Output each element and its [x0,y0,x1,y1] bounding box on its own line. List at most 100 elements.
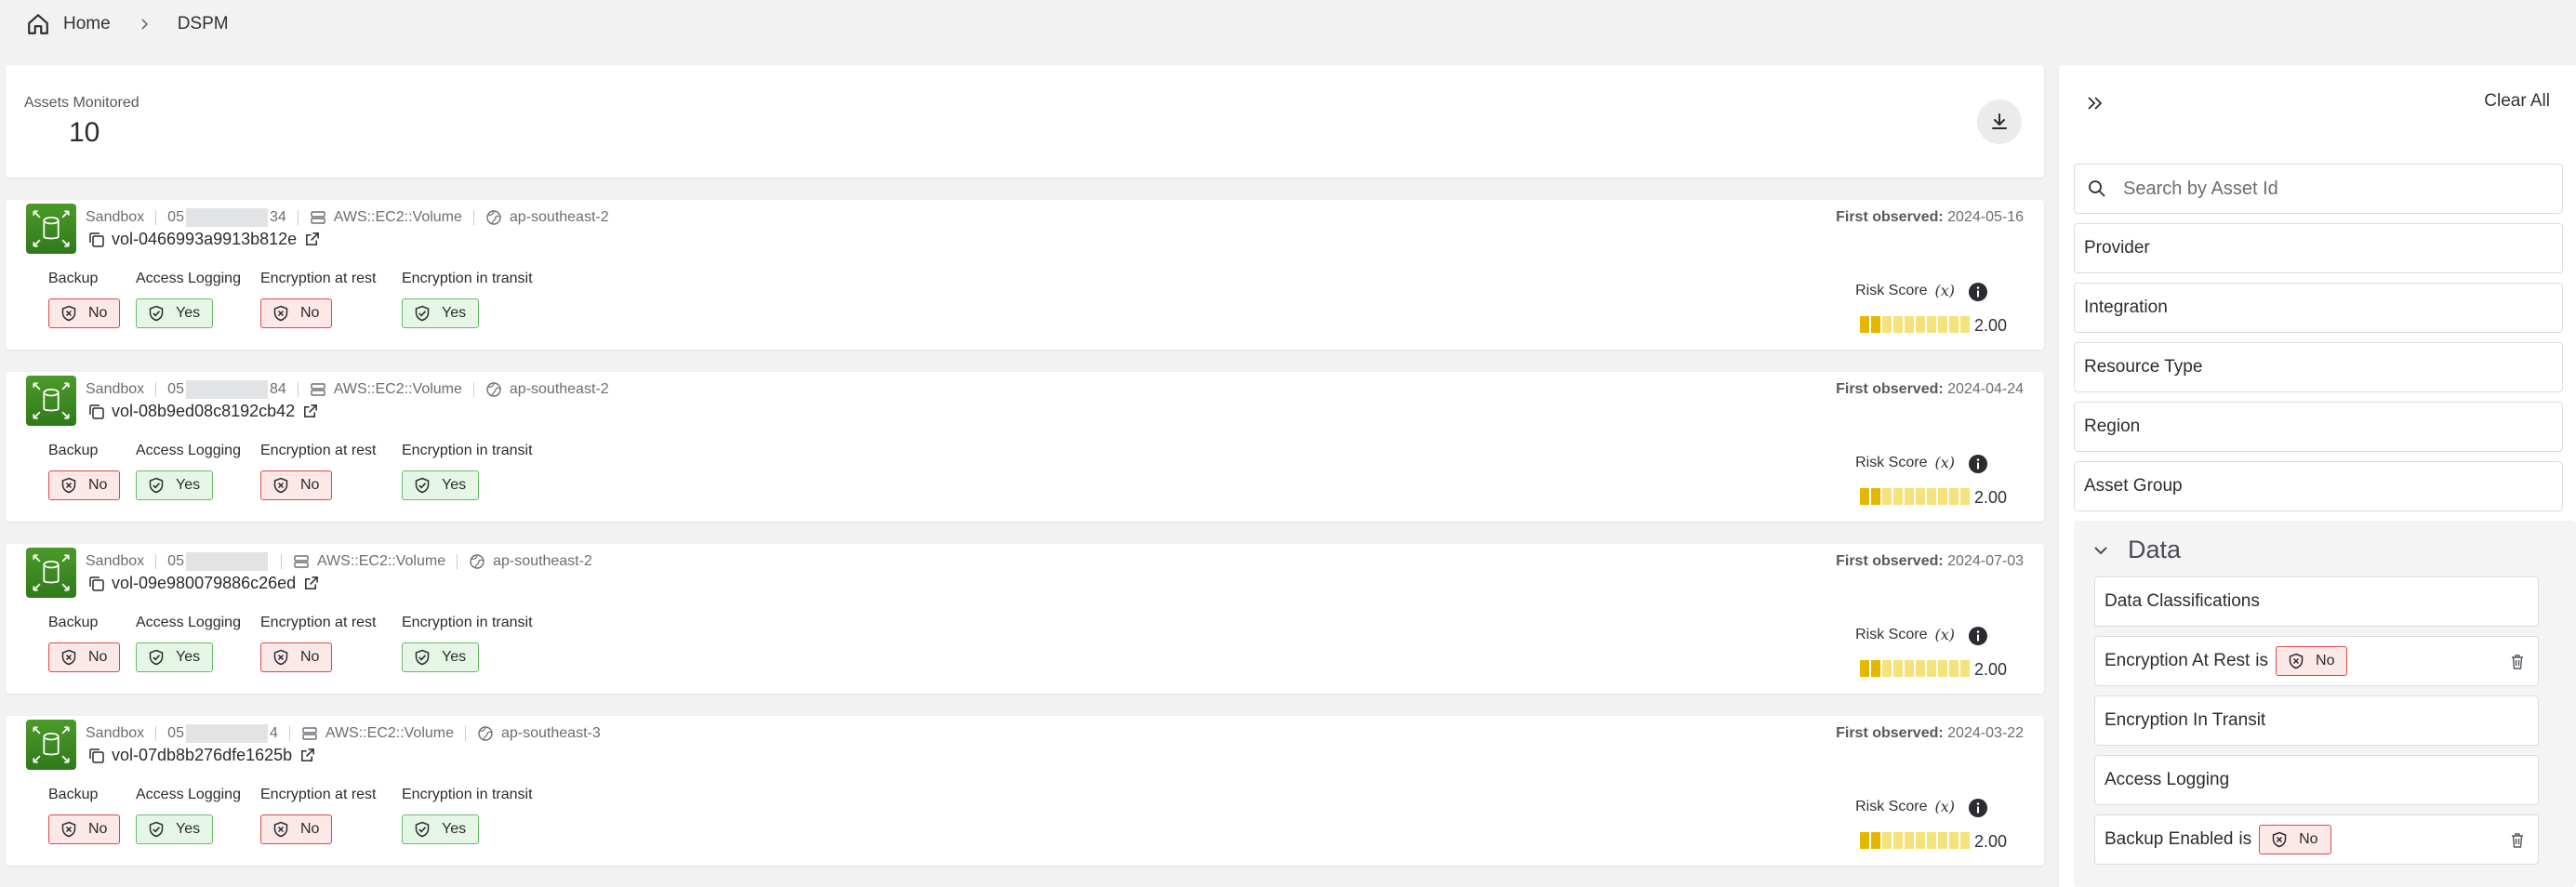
status-badge: No [2259,825,2331,854]
ebs-volume-icon [26,376,76,426]
filter-resource-type[interactable]: Resource Type [2074,342,2563,392]
risk-score-label-row: Risk Score (x) [1855,626,1986,643]
risk-segment [1882,488,1892,505]
info-icon[interactable] [1968,626,1988,646]
first-observed-label: First observed: [1836,381,1944,397]
risk-score-label: Risk Score [1855,454,1928,470]
attr-encryption-at-rest: Encryption at rest No [260,443,377,500]
risk-segment [1960,832,1970,849]
risk-segment [1938,832,1947,849]
asset-id[interactable]: vol-07db8b276dfe1625b [112,746,292,765]
copy-icon[interactable] [87,747,106,765]
risk-segment [1905,488,1914,505]
divider [297,382,299,397]
access-logging-badge: Yes [136,298,214,328]
external-link-icon[interactable] [299,748,315,763]
backup-badge: No [48,642,121,672]
asset-card[interactable]: Sandbox 05 4 AWS::EC2::Volume ap-southea… [6,716,2044,866]
risk-score-label-row: Risk Score (x) [1855,454,1986,471]
risk-segment [1871,660,1880,677]
chevron-right-icon [139,18,152,31]
search-input[interactable] [2123,178,2551,200]
region: ap-southeast-2 [509,381,609,397]
attr-encryption-at-rest: Encryption at rest No [260,271,377,328]
external-link-icon[interactable] [302,404,318,419]
account-id-prefix: 05 [167,725,184,741]
attr-encryption-in-transit: Encryption in transit Yes [402,787,533,844]
attr-label: Access Logging [136,787,241,802]
backup-badge: No [48,814,121,844]
filter-provider[interactable]: Provider [2074,223,2563,273]
risk-segment [1860,832,1869,849]
trash-icon[interactable] [2508,653,2527,671]
access-logging-badge: Yes [136,642,214,672]
filter-region[interactable]: Region [2074,402,2563,452]
info-icon[interactable] [1968,282,1988,302]
asset-id-row: vol-0466993a9913b812e [87,230,320,249]
copy-icon[interactable] [87,231,106,249]
attr-label: Backup [48,615,99,630]
filter-asset-group[interactable]: Asset Group [2074,461,2563,511]
risk-segment [1960,660,1970,677]
filter-backup-enabled[interactable]: Backup Enabled is No [2094,814,2539,865]
asset-search[interactable] [2074,164,2563,214]
account-id: 05 [167,552,270,571]
asset-id[interactable]: vol-08b9ed08c8192cb42 [112,402,295,421]
home-icon[interactable] [26,12,50,36]
encryption-at-rest-badge: No [260,642,333,672]
attr-access-logging: Access Logging Yes [136,271,241,328]
filter-encryption-at-rest[interactable]: Encryption At Rest is No [2094,636,2539,686]
risk-segment [1949,660,1959,677]
badge-label: Yes [176,477,201,493]
first-observed-label: First observed: [1836,553,1944,569]
account-id-prefix: 05 [167,553,184,569]
environment-label: Sandbox [86,725,145,741]
risk-segment [1860,488,1869,505]
attr-label: Access Logging [136,615,241,630]
copy-icon[interactable] [87,575,106,593]
risk-segment [1927,316,1936,333]
breadcrumb-home[interactable]: Home [63,14,111,34]
risk-score-label: Risk Score [1855,282,1928,298]
attr-encryption-in-transit: Encryption in transit Yes [402,443,533,500]
attr-backup: Backup No [48,443,121,500]
asset-card[interactable]: Sandbox 05 84 AWS::EC2::Volume ap-southe… [6,372,2044,522]
attr-backup: Backup No [48,271,121,328]
shield-x-icon [273,649,288,666]
shield-x-icon [273,305,288,322]
risk-segment [1871,488,1880,505]
globe-icon [486,382,501,397]
attr-encryption-in-transit: Encryption in transit Yes [402,615,533,672]
asset-card[interactable]: Sandbox 05 AWS::EC2::Volume ap-southeast… [6,544,2044,694]
clear-all-button[interactable]: Clear All [2484,91,2550,112]
asset-id-row: vol-08b9ed08c8192cb42 [87,402,318,421]
copy-icon[interactable] [87,403,106,421]
asset-id[interactable]: vol-0466993a9913b812e [112,230,297,249]
asset-id[interactable]: vol-09e980079886c26ed [112,574,296,593]
filter-access-logging[interactable]: Access Logging [2094,755,2539,805]
badge-label: No [88,305,108,321]
badge-label: No [88,477,108,493]
filter-encryption-in-transit[interactable]: Encryption In Transit [2094,695,2539,746]
risk-segment [1916,832,1925,849]
risk-score-value: 2.00 [1973,660,2007,679]
double-chevron-right-icon[interactable] [2085,93,2105,113]
download-button[interactable] [1977,99,2022,144]
risk-segment [1905,660,1914,677]
info-icon[interactable] [1968,798,1988,818]
external-link-icon[interactable] [303,576,319,591]
info-icon[interactable] [1968,454,1988,474]
trash-icon[interactable] [2508,831,2527,850]
badge-label: No [88,821,108,837]
asset-card[interactable]: Sandbox 05 34 AWS::EC2::Volume ap-southe… [6,200,2044,350]
filter-data-classifications[interactable]: Data Classifications [2094,576,2539,627]
external-link-icon[interactable] [304,232,320,247]
data-group-toggle[interactable]: Data [2092,536,2181,564]
filter-integration[interactable]: Integration [2074,283,2563,333]
summary-card: Assets Monitored 10 [6,65,2044,178]
badge-label: Yes [176,649,201,665]
risk-segment [1927,660,1936,677]
ebs-volume-icon [26,548,76,598]
badge-label: Yes [176,821,201,837]
region: ap-southeast-2 [493,553,592,569]
